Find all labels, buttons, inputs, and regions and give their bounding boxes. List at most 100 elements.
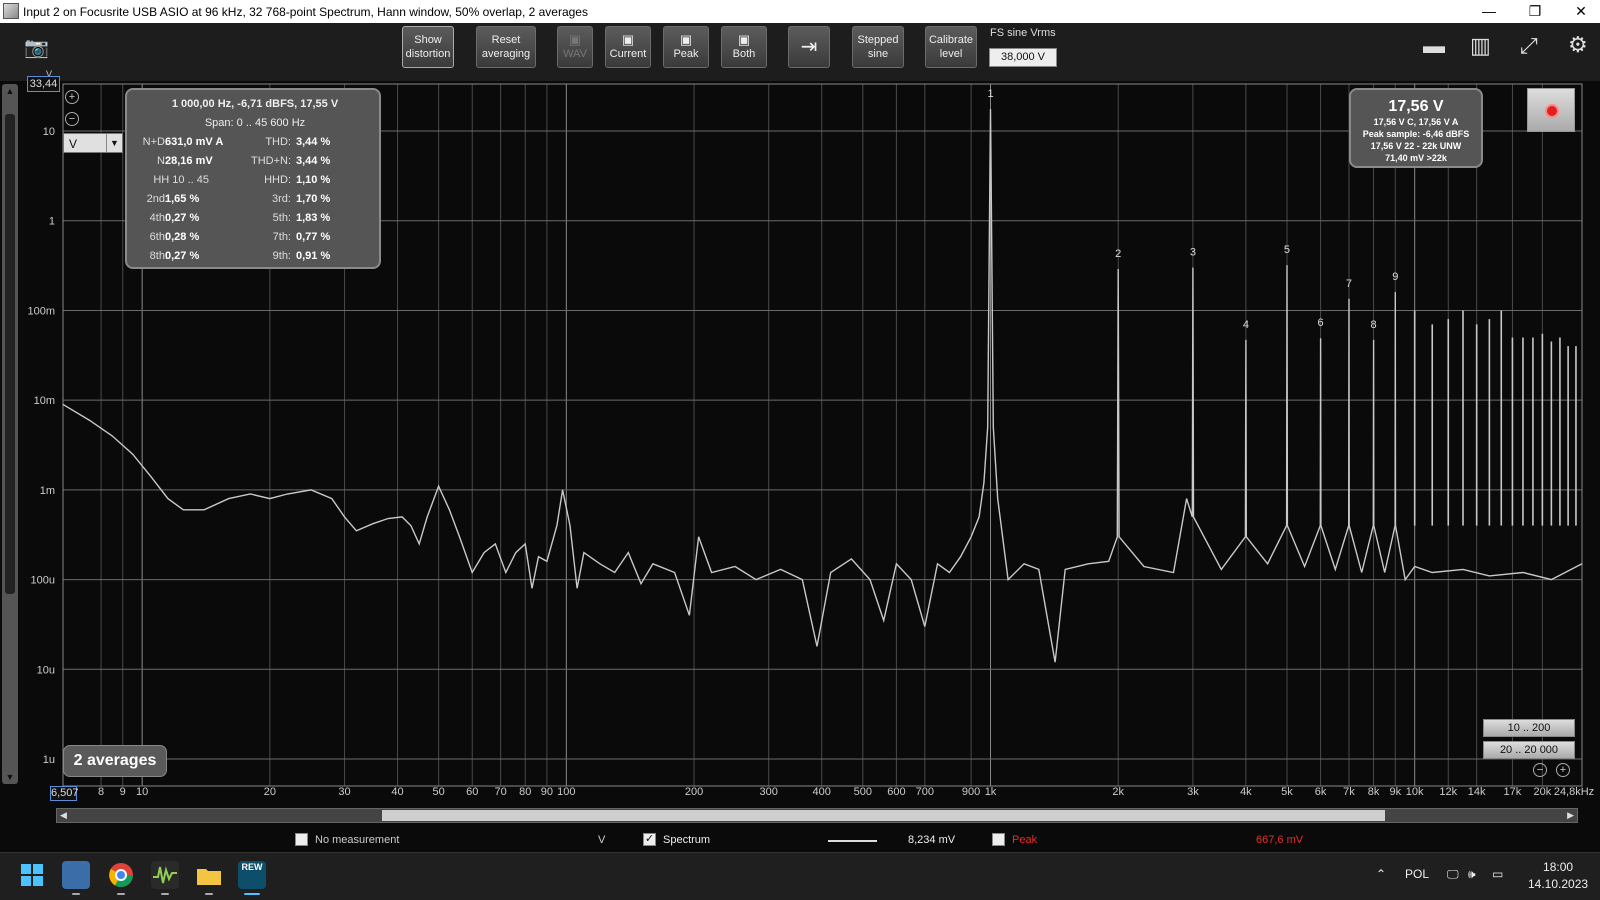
x-tick-label: 7k — [1343, 786, 1355, 798]
zoom-out-icon[interactable]: − — [65, 112, 79, 126]
harmonic-label: 6 — [1318, 317, 1324, 329]
x-tick-label: 12k — [1439, 786, 1458, 798]
record-icon — [1545, 104, 1559, 118]
start-icon[interactable] — [18, 861, 46, 889]
x-tick-label: 14k — [1467, 786, 1486, 798]
rms-line-4: 71,40 mV >22k — [1385, 153, 1447, 163]
harmonic-label: 7 — [1346, 278, 1352, 290]
info-label: 6th: — [149, 231, 168, 243]
y-axis-top-value[interactable]: 33,44 — [27, 76, 60, 92]
chrome-icon[interactable] — [107, 861, 135, 895]
volume-icon[interactable]: 🕪 — [1468, 867, 1476, 882]
info-value: 1,70 % — [296, 193, 331, 205]
horizontal-scrollbar[interactable]: ◀ ▶ — [56, 808, 1578, 823]
x-tick-label: 80 — [519, 786, 532, 798]
x-tick-label: 50 — [432, 786, 445, 798]
info-label: HH 10 .. 45 — [153, 174, 209, 186]
scroll-up-arrow[interactable]: ▲ — [2, 86, 18, 96]
scroll-right-arrow[interactable]: ▶ — [1567, 809, 1574, 822]
spectrum-label: Spectrum — [663, 834, 711, 846]
info-label: THD: — [265, 136, 291, 148]
info-value: 1,83 % — [296, 212, 331, 224]
y-tick-label: 1u — [43, 754, 55, 766]
x-tick-label: 400 — [812, 786, 831, 798]
rms-level-panel: 17,56 V 17,56 V C, 17,56 V A Peak sample… — [1349, 88, 1483, 168]
x-tick-label: 20k — [1533, 786, 1552, 798]
info-label: THD+N: — [250, 155, 291, 167]
peak-value: 667,6 mV — [1256, 834, 1304, 846]
scroll-down-arrow[interactable]: ▼ — [2, 772, 18, 782]
scroll-left-arrow[interactable]: ◀ — [60, 809, 67, 822]
info-label: 3rd: — [272, 193, 291, 205]
vertical-scrollbar[interactable]: ▲ ▼ — [2, 84, 18, 784]
info-value: 631,0 mV A — [165, 136, 224, 148]
rew-app-icon[interactable]: REW — [238, 861, 266, 895]
taskbar: REW ⌃ POL 🖵 🕪 ▭ 18:00 14.10.2023 — [0, 852, 1600, 900]
harmonic-label: 3 — [1190, 247, 1196, 259]
peak-label: Peak — [1012, 834, 1038, 846]
y-tick-label: 10m — [34, 395, 55, 407]
tray-chevron-icon[interactable]: ⌃ — [1376, 867, 1386, 881]
x-tick-label: 100 — [557, 786, 576, 798]
y-tick-label: 100m — [27, 305, 55, 317]
rms-line-3: 17,56 V 22 - 22k UNW — [1370, 141, 1462, 151]
x-tick-label: 90 — [540, 786, 554, 798]
info-label: 4th: — [149, 212, 168, 224]
x-tick-label: 900 — [961, 786, 981, 798]
x-tick-label: 300 — [759, 786, 778, 798]
x-tick-label: 4k — [1240, 786, 1252, 798]
legend-bar: No measurement V ✓ Spectrum 8,234 mV Pea… — [0, 828, 1600, 852]
no-measurement-checkbox[interactable] — [295, 833, 308, 846]
language-indicator[interactable]: POL — [1405, 867, 1429, 881]
waveform-app-icon[interactable] — [151, 861, 179, 895]
x-tick-label: 3k — [1187, 786, 1199, 798]
y-tick-label: 10u — [37, 664, 55, 676]
range-10-200-button[interactable]: 10 .. 200 — [1483, 719, 1575, 737]
range-20-20000-button[interactable]: 20 .. 20 000 — [1483, 741, 1575, 759]
photos-app-icon[interactable] — [62, 861, 90, 895]
info-value: 0,27 % — [165, 250, 200, 262]
record-button[interactable] — [1527, 88, 1575, 132]
info-value: 1,65 % — [165, 193, 200, 205]
x-tick-label: 6k — [1314, 786, 1327, 798]
spectrum-value: 8,234 mV — [908, 834, 956, 846]
y-axis-labels: 10 1 100m 10m 1m 100u 10u 1u — [27, 126, 55, 766]
spectrum-line-swatch — [828, 840, 877, 842]
info-value: 3,44 % — [296, 155, 331, 167]
y-tick-label: 10 — [43, 126, 55, 138]
vertical-scroll-thumb[interactable] — [5, 114, 15, 594]
rms-value: 17,56 V — [1388, 98, 1444, 115]
spectrum-checkbox[interactable]: ✓ — [643, 833, 656, 846]
distortion-info-panel: 1 000,00 Hz, -6,71 dBFS, 17,55 V Span: 0… — [125, 88, 381, 269]
info-label: 8th: — [149, 250, 168, 262]
x-zoom-out-icon[interactable]: − — [1533, 763, 1547, 777]
y-tick-label: 1m — [40, 485, 55, 497]
x-zoom-in-icon[interactable]: + — [1556, 763, 1570, 777]
chevron-down-icon: ▼ — [106, 134, 122, 152]
clock[interactable]: 18:00 14.10.2023 — [1528, 859, 1588, 893]
y-unit-select[interactable]: V ▼ — [63, 133, 123, 153]
x-tick-label: 20 — [263, 786, 276, 798]
info-label: N: — [157, 155, 168, 167]
info-value: 3,44 % — [296, 136, 331, 148]
harmonic-label: 1 — [987, 88, 993, 100]
info-value: 0,77 % — [296, 231, 331, 243]
horizontal-scroll-thumb[interactable] — [382, 810, 1385, 821]
peak-checkbox[interactable] — [992, 833, 1005, 846]
x-tick-label: 10 — [136, 786, 149, 798]
x-axis-first-value[interactable]: 6,507 — [50, 786, 79, 801]
info-span: Span: 0 .. 45 600 Hz — [204, 117, 306, 129]
folder-icon[interactable] — [195, 861, 223, 895]
info-label: 9th: — [272, 250, 291, 262]
x-axis-labels: 8 9 10 20 30 40 50 60 70 80 90 100 200 300 400 500 600 70… — [0, 786, 1600, 802]
clock-time: 18:00 — [1543, 860, 1574, 874]
zoom-in-icon[interactable]: + — [65, 90, 79, 104]
info-label: 5th: — [272, 212, 291, 224]
y-tick-label: 100u — [31, 575, 55, 587]
x-tick-label: 500 — [853, 786, 872, 798]
network-icon[interactable]: 🖵 — [1447, 867, 1459, 882]
info-value: 0,27 % — [165, 212, 200, 224]
battery-icon[interactable]: ▭ — [1492, 867, 1503, 881]
harmonic-label: 5 — [1284, 244, 1290, 256]
rms-line-2: Peak sample: -6,46 dBFS — [1362, 129, 1470, 139]
